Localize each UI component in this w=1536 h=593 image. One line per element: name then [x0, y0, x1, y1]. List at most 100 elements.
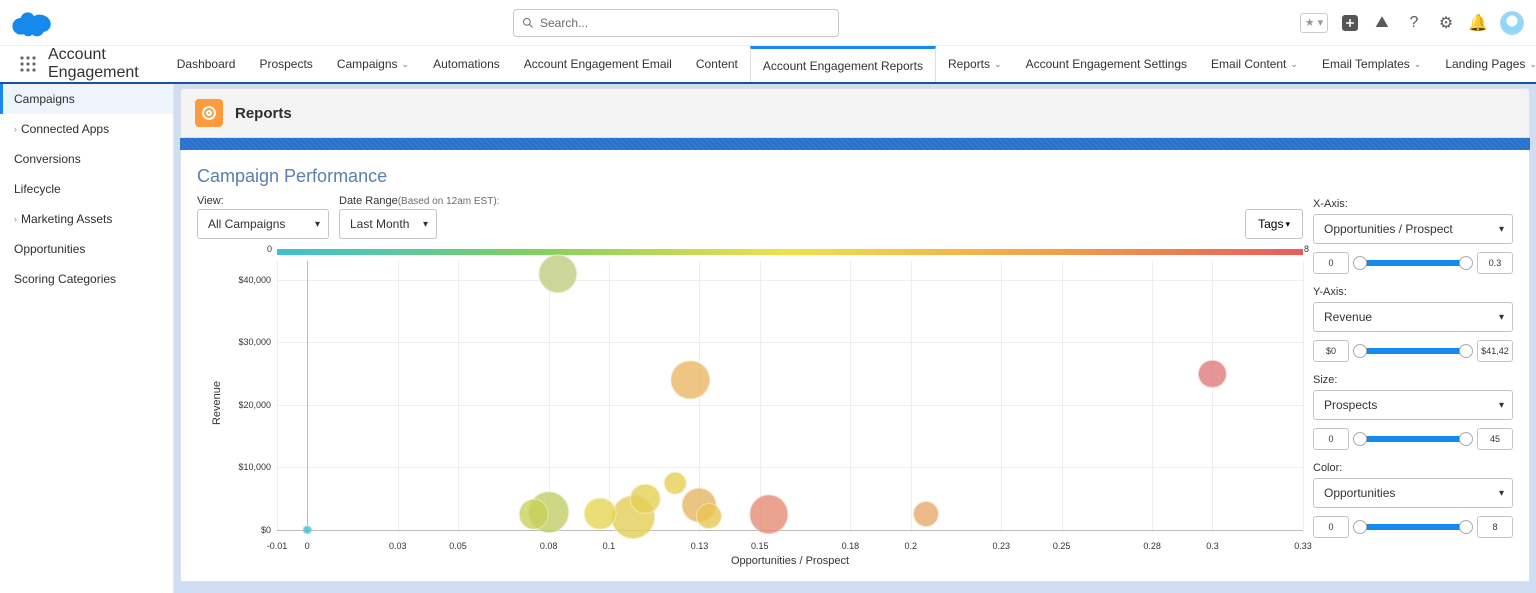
x-tick: 0.13	[691, 541, 709, 551]
sidebar-item-scoring-categories[interactable]: Scoring Categories	[0, 264, 173, 294]
y-max-input[interactable]: $41,42	[1477, 340, 1513, 362]
search-placeholder: Search...	[540, 16, 588, 30]
bubble-chart: 0 8 Revenue Opportunities / Prospect -0.…	[197, 243, 1303, 573]
sidebar-item-connected-apps[interactable]: ›Connected Apps	[0, 114, 173, 144]
sidebar-item-conversions[interactable]: Conversions	[0, 144, 173, 174]
bubble-point[interactable]	[1198, 359, 1226, 387]
x-max-input[interactable]: 0.3	[1477, 252, 1513, 274]
chevron-down-icon: ⌄	[1529, 59, 1536, 70]
y-tick: $0	[231, 525, 271, 535]
x-axis-select[interactable]: Opportunities / Prospect	[1313, 214, 1513, 244]
bubble-point[interactable]	[584, 497, 617, 530]
y-tick: $40,000	[231, 275, 271, 285]
bubble-point[interactable]	[538, 254, 577, 293]
x-axis-title: Opportunities / Prospect	[731, 555, 849, 567]
nav-item-email-templates[interactable]: Email Templates⌄	[1310, 46, 1433, 82]
bubble-point[interactable]	[671, 360, 710, 399]
x-tick: 0.15	[751, 541, 769, 551]
size-min-input[interactable]: 0	[1313, 428, 1349, 450]
sidebar-item-lifecycle[interactable]: Lifecycle	[0, 174, 173, 204]
sidebar: Campaigns›Connected AppsConversionsLifec…	[0, 84, 174, 593]
size-axis-select[interactable]: Prospects	[1313, 390, 1513, 420]
chevron-down-icon: ⌄	[1290, 59, 1298, 70]
date-range-label: Date Range(Based on 12am EST):	[339, 195, 499, 207]
date-range-select[interactable]: Last Month	[339, 209, 437, 239]
x-tick: 0.3	[1206, 541, 1219, 551]
nav-item-campaigns[interactable]: Campaigns⌄	[325, 46, 421, 82]
nav-item-prospects[interactable]: Prospects	[247, 46, 324, 82]
x-tick: 0.2	[904, 541, 917, 551]
color-slider[interactable]	[1355, 524, 1471, 530]
x-tick: 0.18	[842, 541, 860, 551]
sidebar-item-campaigns[interactable]: Campaigns	[0, 84, 173, 114]
view-label: View:	[197, 195, 329, 207]
y-slider[interactable]	[1355, 348, 1471, 354]
color-axis-select[interactable]: Opportunities	[1313, 478, 1513, 508]
color-axis-label: Color:	[1313, 462, 1513, 474]
chevron-down-icon: ⌄	[1414, 59, 1422, 70]
notifications-icon[interactable]: 🔔	[1468, 13, 1488, 33]
x-tick: 0.23	[992, 541, 1010, 551]
nav-bar: Account Engagement DashboardProspectsCam…	[0, 46, 1536, 84]
x-tick: 0.28	[1143, 541, 1161, 551]
y-min-input[interactable]: $0	[1313, 340, 1349, 362]
color-min-input[interactable]: 0	[1313, 516, 1349, 538]
add-button[interactable]	[1340, 13, 1360, 33]
nav-item-automations[interactable]: Automations	[421, 46, 512, 82]
trailhead-icon[interactable]: ⛰	[1372, 13, 1392, 33]
page-header: Reports	[180, 88, 1530, 138]
bubble-point[interactable]	[664, 472, 687, 495]
salesforce-logo	[12, 9, 52, 37]
nav-item-email-content[interactable]: Email Content⌄	[1199, 46, 1310, 82]
chevron-down-icon: ⌄	[994, 59, 1002, 70]
size-axis-label: Size:	[1313, 374, 1513, 386]
sidebar-item-opportunities[interactable]: Opportunities	[0, 234, 173, 264]
nav-item-dashboard[interactable]: Dashboard	[165, 46, 248, 82]
favorites-button[interactable]: ★ ▾	[1300, 13, 1328, 33]
bubble-point[interactable]	[630, 483, 660, 513]
x-slider[interactable]	[1355, 260, 1471, 266]
bubble-point[interactable]	[696, 503, 722, 529]
nav-item-landing-pages[interactable]: Landing Pages⌄	[1433, 46, 1536, 82]
app-name: Account Engagement	[48, 46, 139, 82]
y-axis-select[interactable]: Revenue	[1313, 302, 1513, 332]
y-axis-title: Revenue	[211, 381, 223, 425]
x-min-input[interactable]: 0	[1313, 252, 1349, 274]
x-axis-label: X-Axis:	[1313, 198, 1513, 210]
nav-item-content[interactable]: Content	[684, 46, 750, 82]
x-tick: 0.1	[603, 541, 616, 551]
nav-item-reports[interactable]: Reports⌄	[936, 46, 1014, 82]
x-tick: 0.03	[389, 541, 407, 551]
settings-icon[interactable]: ⚙	[1436, 13, 1456, 33]
color-scale-max: 8	[1304, 244, 1309, 254]
nav-item-account-engagement-email[interactable]: Account Engagement Email	[512, 46, 684, 82]
help-icon[interactable]: ?	[1404, 13, 1424, 33]
x-tick: 0.05	[449, 541, 467, 551]
user-avatar[interactable]	[1500, 11, 1524, 35]
bubble-point[interactable]	[749, 495, 788, 534]
search-icon	[522, 17, 534, 29]
view-select[interactable]: All Campaigns	[197, 209, 329, 239]
chevron-down-icon: ⌄	[402, 59, 410, 70]
tags-button[interactable]: Tags▾	[1245, 209, 1303, 239]
size-slider[interactable]	[1355, 436, 1471, 442]
bubble-point[interactable]	[303, 525, 312, 534]
y-axis-label: Y-Axis:	[1313, 286, 1513, 298]
y-tick: $30,000	[231, 337, 271, 347]
app-launcher-icon[interactable]	[20, 46, 36, 82]
sidebar-item-marketing-assets[interactable]: ›Marketing Assets	[0, 204, 173, 234]
x-tick: 0.25	[1053, 541, 1071, 551]
x-tick: 0	[305, 541, 310, 551]
x-tick: 0.33	[1294, 541, 1312, 551]
global-header: Search... ★ ▾ ⛰ ? ⚙ 🔔	[0, 0, 1536, 46]
color-max-input[interactable]: 8	[1477, 516, 1513, 538]
size-max-input[interactable]: 45	[1477, 428, 1513, 450]
global-search-input[interactable]: Search...	[513, 9, 839, 37]
reports-icon	[195, 99, 223, 127]
nav-item-account-engagement-reports[interactable]: Account Engagement Reports	[750, 46, 936, 82]
x-tick: 0.08	[540, 541, 558, 551]
nav-item-account-engagement-settings[interactable]: Account Engagement Settings	[1014, 46, 1199, 82]
y-tick: $20,000	[231, 400, 271, 410]
bubble-point[interactable]	[913, 501, 939, 527]
report-title: Campaign Performance	[197, 166, 1303, 187]
